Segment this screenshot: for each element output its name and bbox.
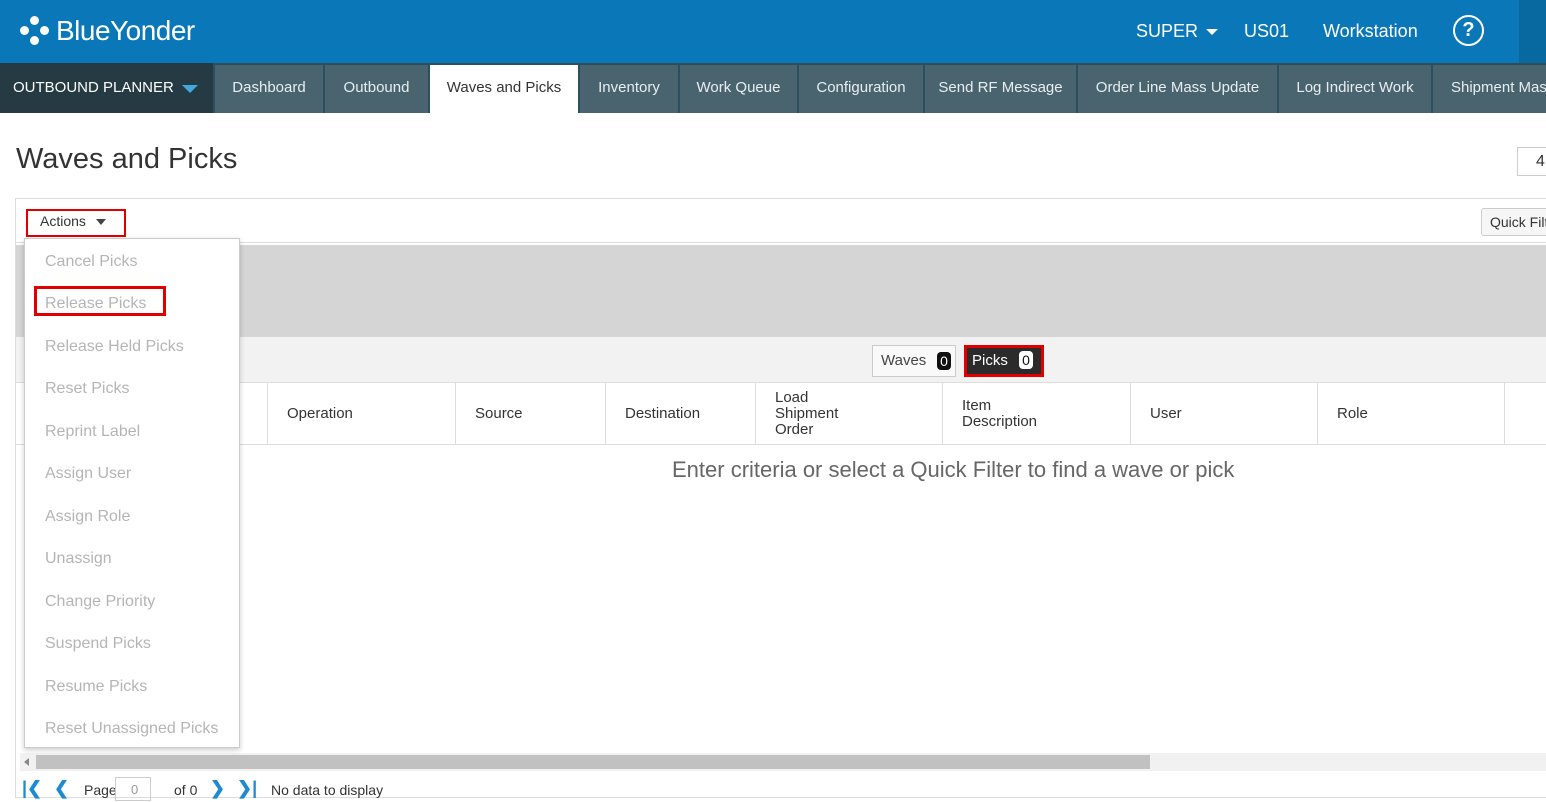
menu-item-assign-user[interactable]: Assign User	[45, 465, 131, 483]
column-role[interactable]: Role	[1317, 383, 1505, 445]
pager-status: No data to display	[271, 782, 384, 798]
column-operation[interactable]: Operation	[267, 383, 455, 445]
actions-label: Actions	[40, 213, 86, 229]
chevron-down-icon	[182, 85, 198, 93]
waves-picks-panel: Actions Quick Filt Waves 0 Picks 0 Opera…	[15, 198, 1546, 801]
header-edge	[1519, 0, 1546, 63]
page-label: Page	[84, 782, 117, 798]
user-menu[interactable]: SUPER	[1136, 0, 1219, 63]
scroll-left-icon[interactable]	[24, 758, 29, 766]
menu-item-reprint-label[interactable]: Reprint Label	[45, 423, 140, 441]
column-item-description[interactable]: Item Description	[942, 383, 1130, 445]
menu-item-release-held-picks[interactable]: Release Held Picks	[45, 338, 184, 356]
blueyonder-logo-icon	[20, 16, 50, 46]
first-page-icon[interactable]: |❮	[22, 779, 42, 797]
brand-logo[interactable]: BlueYonder	[20, 14, 195, 48]
tab-send-rf-message[interactable]: Send RF Message	[925, 65, 1076, 113]
menu-item-cancel-picks[interactable]: Cancel Picks	[45, 253, 137, 271]
waves-count-badge: 0	[937, 352, 951, 370]
chevron-down-icon	[1206, 29, 1219, 36]
tab-dashboard[interactable]: Dashboard	[215, 65, 323, 113]
picks-label: Picks	[972, 352, 1008, 369]
picks-count-badge: 0	[1019, 351, 1033, 369]
horizontal-scrollbar[interactable]	[20, 753, 1546, 771]
brand-name: BlueYonder	[56, 15, 195, 46]
waves-label: Waves	[881, 352, 927, 369]
tab-order-line-mass-update[interactable]: Order Line Mass Update	[1078, 65, 1277, 113]
column-destination[interactable]: Destination	[605, 383, 755, 445]
menu-item-reset-picks[interactable]: Reset Picks	[45, 380, 129, 398]
column-source[interactable]: Source	[455, 383, 605, 445]
empty-grid-message: Enter criteria or select a Quick Filter …	[672, 457, 1235, 482]
page-count-field[interactable]: 4	[1517, 147, 1546, 176]
tab-configuration[interactable]: Configuration	[799, 65, 923, 113]
page-number-input[interactable]: 0	[115, 777, 151, 801]
column-user[interactable]: User	[1130, 383, 1317, 445]
menu-item-reset-unassigned-picks[interactable]: Reset Unassigned Picks	[45, 720, 218, 738]
tab-log-indirect-work[interactable]: Log Indirect Work	[1279, 65, 1431, 113]
menu-item-unassign[interactable]: Unassign	[45, 550, 112, 568]
next-page-icon[interactable]: ❯	[210, 779, 225, 797]
menu-item-assign-role[interactable]: Assign Role	[45, 508, 130, 526]
tab-waves-and-picks[interactable]: Waves and Picks	[430, 65, 578, 115]
app-name: OUTBOUND PLANNER	[13, 79, 174, 96]
grid-toolbar: Actions Quick Filt	[16, 199, 1546, 243]
waves-toggle[interactable]: Waves 0	[872, 345, 956, 377]
page-total: of 0	[174, 782, 198, 798]
tab-work-queue[interactable]: Work Queue	[680, 65, 797, 113]
picks-toggle[interactable]: Picks 0	[964, 345, 1044, 377]
tab-outbound[interactable]: Outbound	[325, 65, 428, 113]
main-nav: OUTBOUND PLANNER Dashboard Outbound Wave…	[0, 63, 1546, 115]
column-load-shipment-order[interactable]: Load Shipment Order	[755, 383, 942, 445]
release-picks-highlight	[34, 286, 166, 316]
chevron-down-icon	[95, 219, 106, 226]
quick-filter-button[interactable]: Quick Filt	[1481, 208, 1546, 236]
view-toggle-bar: Waves 0 Picks 0	[16, 337, 1546, 383]
help-icon[interactable]: ?	[1453, 15, 1484, 46]
menu-item-change-priority[interactable]: Change Priority	[45, 593, 155, 611]
previous-page-icon[interactable]: ❮	[54, 779, 69, 797]
site-selector[interactable]: US01	[1244, 0, 1289, 63]
menu-item-suspend-picks[interactable]: Suspend Picks	[45, 635, 151, 653]
user-name: SUPER	[1136, 21, 1199, 41]
actions-dropdown-menu: Cancel Picks Release Picks Release Held …	[24, 238, 240, 748]
workstation-link[interactable]: Workstation	[1323, 0, 1418, 63]
pagination-bar: |❮ ❮ Page 0 of 0 ❯ ❯| No data to display	[16, 777, 1546, 801]
grid-header: Operation Source Destination Load Shipme…	[16, 383, 1546, 445]
top-header: BlueYonder SUPER US01 Workstation ?	[0, 0, 1546, 63]
scrollbar-thumb[interactable]	[36, 755, 1150, 769]
app-switcher[interactable]: OUTBOUND PLANNER	[0, 63, 213, 113]
filter-area	[16, 245, 1546, 337]
menu-item-resume-picks[interactable]: Resume Picks	[45, 678, 147, 696]
last-page-icon[interactable]: ❯|	[237, 779, 257, 797]
page-title: Waves and Picks	[16, 143, 238, 175]
tab-shipment-mass[interactable]: Shipment Mas	[1433, 65, 1546, 113]
actions-button[interactable]: Actions	[26, 209, 126, 237]
tab-inventory[interactable]: Inventory	[580, 65, 678, 113]
